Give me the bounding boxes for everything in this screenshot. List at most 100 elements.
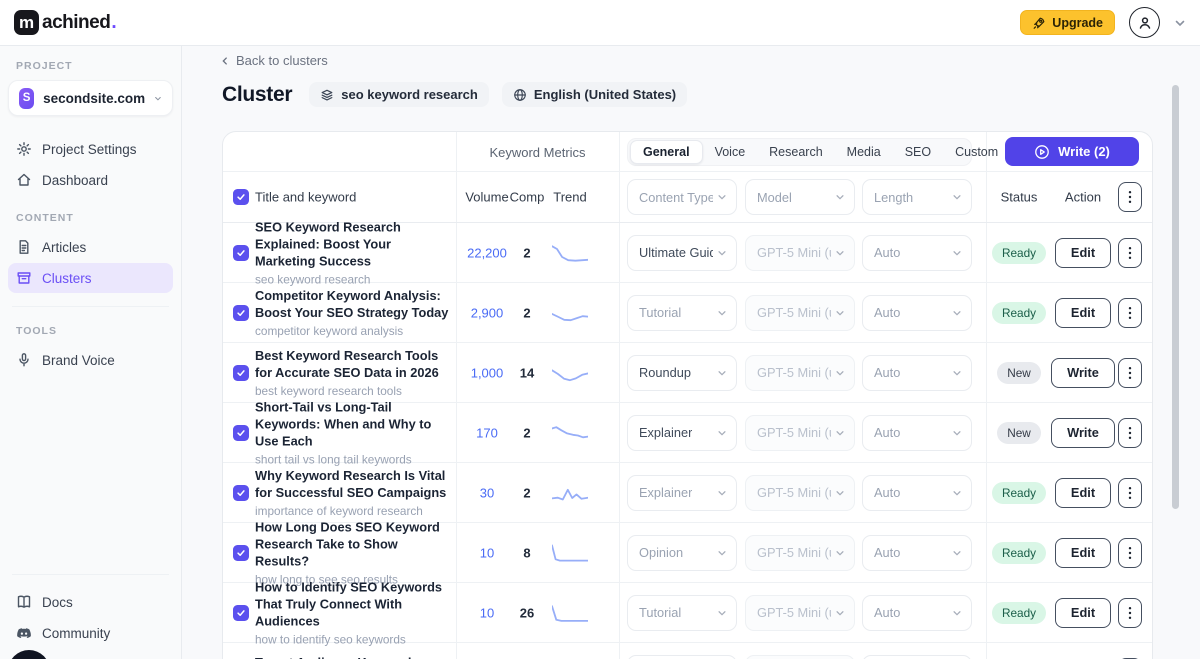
sidebar-item-dashboard[interactable]: Dashboard [8, 165, 173, 195]
content-type-select[interactable]: Explainer [627, 475, 737, 511]
length-select[interactable]: Auto [862, 295, 972, 331]
cluster-keyword-pill: seo keyword research [309, 82, 489, 107]
content-type-select[interactable]: Tutorial [627, 595, 737, 631]
tab-custom[interactable]: Custom [943, 140, 1010, 164]
row-action-button[interactable]: Edit [1055, 298, 1111, 328]
row-title[interactable]: How to Identify SEO Keywords That Truly … [255, 578, 453, 630]
row-action-button[interactable]: Write [1051, 358, 1115, 388]
select-all-checkbox[interactable] [233, 189, 249, 205]
content-type-select[interactable]: Explainer [627, 415, 737, 451]
row-action-button[interactable]: Edit [1055, 238, 1111, 268]
sidebar-item-label: Articles [42, 240, 86, 255]
row-action-button[interactable]: Write [1051, 418, 1115, 448]
content-type-filter[interactable]: Content Type [627, 179, 737, 215]
main-content: Back to clusters Cluster seo keyword res… [182, 46, 1200, 659]
column-title-and-keyword: Title and keyword [255, 190, 356, 205]
row-title[interactable]: Best Keyword Research Tools for Accurate… [255, 347, 453, 382]
row-checkbox[interactable] [233, 485, 249, 501]
content-type-filter-value: Content Type [639, 190, 713, 205]
row-menu-button[interactable] [1118, 598, 1142, 628]
back-to-clusters-link[interactable]: Back to clusters [220, 53, 328, 68]
table-row: How Long Does SEO Keyword Research Take … [223, 523, 1152, 583]
user-avatar[interactable] [1129, 7, 1160, 38]
length-filter[interactable]: Length [862, 179, 972, 215]
home-icon [16, 172, 32, 188]
row-menu-button[interactable] [1118, 238, 1142, 268]
check-icon [236, 192, 246, 202]
chevron-down-icon [952, 548, 962, 558]
tab-general[interactable]: General [630, 140, 703, 164]
row-title[interactable]: Short-Tail vs Long-Tail Keywords: When a… [255, 398, 453, 450]
row-checkbox[interactable] [233, 605, 249, 621]
length-value: Auto [874, 425, 900, 440]
tab-media[interactable]: Media [835, 140, 893, 164]
chevron-down-icon [717, 308, 727, 318]
length-select[interactable]: Auto [862, 415, 972, 451]
row-comp: 14 [505, 365, 549, 380]
row-title[interactable]: SEO Keyword Research Explained: Boost Yo… [255, 218, 453, 270]
row-checkbox[interactable] [233, 545, 249, 561]
check-icon [236, 248, 246, 258]
row-menu-button[interactable] [1118, 358, 1142, 388]
row-title[interactable]: How Long Does SEO Keyword Research Take … [255, 518, 453, 570]
sidebar-item-clusters[interactable]: Clusters [8, 263, 173, 293]
app-logo[interactable]: m achined . [14, 10, 117, 35]
layers-icon [320, 88, 334, 102]
sidebar-item-docs[interactable]: Docs [8, 587, 173, 617]
length-select[interactable]: Auto [862, 355, 972, 391]
upgrade-label: Upgrade [1052, 16, 1103, 30]
row-menu-button[interactable] [1118, 418, 1142, 448]
model-filter[interactable]: Model [745, 179, 855, 215]
sidebar: PROJECT S secondsite.com Project Setting… [0, 46, 182, 659]
status-badge: New [997, 362, 1041, 384]
page-scrollbar[interactable] [1172, 85, 1179, 509]
row-menu-button[interactable] [1118, 478, 1142, 508]
upgrade-button[interactable]: Upgrade [1020, 10, 1115, 35]
content-type-select[interactable]: Roundup [627, 355, 737, 391]
length-select[interactable]: Auto [862, 535, 972, 571]
row-title[interactable]: Competitor Keyword Analysis: Boost Your … [255, 287, 453, 322]
row-checkbox[interactable] [233, 305, 249, 321]
content-type-select[interactable] [627, 655, 737, 659]
table-menu-button[interactable] [1118, 182, 1142, 212]
length-value: Auto [874, 545, 900, 560]
play-circle-icon [1034, 144, 1050, 160]
length-select[interactable]: Auto [862, 475, 972, 511]
row-checkbox[interactable] [233, 365, 249, 381]
column-status: Status [987, 190, 1051, 205]
content-type-select[interactable]: Tutorial [627, 295, 737, 331]
model-value: GPT-5 Mini (una [757, 305, 831, 320]
tab-seo[interactable]: SEO [893, 140, 943, 164]
sidebar-item-community[interactable]: Community [8, 618, 173, 648]
tab-voice[interactable]: Voice [703, 140, 758, 164]
row-action-button[interactable]: Edit [1055, 478, 1111, 508]
length-value: Auto [874, 605, 900, 620]
chevron-down-icon [952, 608, 962, 618]
sidebar-item-articles[interactable]: Articles [8, 232, 173, 262]
row-action-button[interactable]: Edit [1055, 598, 1111, 628]
sidebar-item-project-settings[interactable]: Project Settings [8, 134, 173, 164]
row-title[interactable]: Target Audience Keyword Research: A [255, 654, 453, 659]
write-button[interactable]: Write (2) [1005, 137, 1139, 166]
project-selector[interactable]: S secondsite.com [8, 80, 173, 116]
row-action-button[interactable]: Edit [1055, 538, 1111, 568]
account-chevron-down-icon[interactable] [1174, 17, 1186, 29]
length-select[interactable] [862, 655, 972, 659]
row-title[interactable]: Why Keyword Research Is Vital for Succes… [255, 467, 453, 502]
sidebar-item-label: Project Settings [42, 142, 137, 157]
table-row: Competitor Keyword Analysis: Boost Your … [223, 283, 1152, 343]
content-type-select[interactable]: Opinion [627, 535, 737, 571]
row-checkbox[interactable] [233, 425, 249, 441]
sidebar-item-brand-voice[interactable]: Brand Voice [8, 345, 173, 375]
tab-research[interactable]: Research [757, 140, 835, 164]
row-checkbox[interactable] [233, 245, 249, 261]
content-type-select[interactable]: Ultimate Guide [627, 235, 737, 271]
length-select[interactable]: Auto [862, 595, 972, 631]
length-select[interactable]: Auto [862, 235, 972, 271]
row-comp: 2 [505, 425, 549, 440]
model-select: GPT-5 Mini (una [745, 415, 855, 451]
cluster-table-card: Keyword Metrics GeneralVoiceResearchMedi… [222, 131, 1153, 659]
model-select [745, 655, 855, 659]
row-menu-button[interactable] [1118, 298, 1142, 328]
row-menu-button[interactable] [1118, 538, 1142, 568]
